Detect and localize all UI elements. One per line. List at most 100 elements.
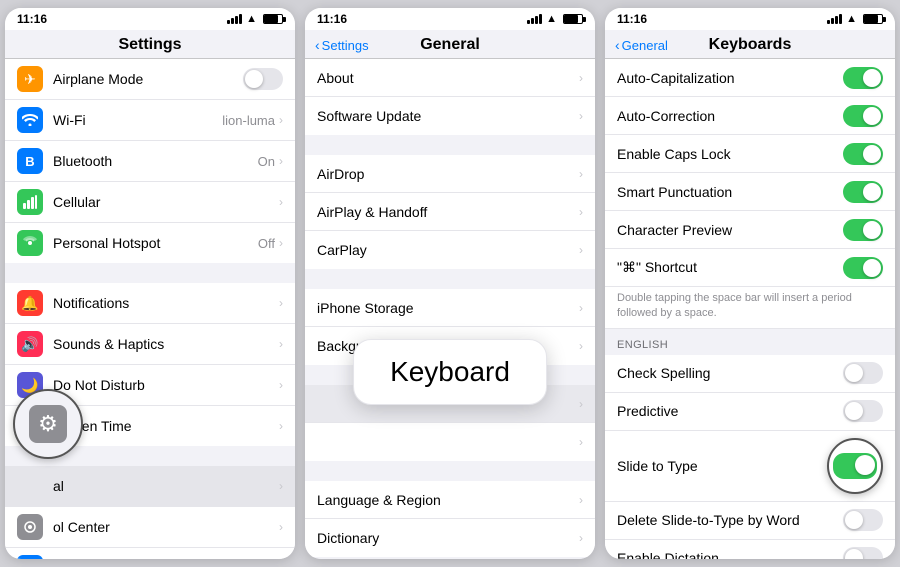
list-item-bluetooth[interactable]: B Bluetooth On ›	[5, 141, 295, 182]
capslock-toggle[interactable]	[843, 143, 883, 165]
list-item-smartpunct[interactable]: Smart Punctuation	[605, 173, 895, 211]
list-item-lang2[interactable]: ›	[305, 423, 595, 461]
panel1-settings: 11:16 ▲ Settings ✈ Airplane Mode	[5, 8, 295, 559]
autocorrect-label: Auto-Correction	[617, 108, 843, 124]
panel1-title: Settings	[118, 36, 181, 53]
cellular-icon	[17, 189, 43, 215]
section-connectivity: ✈ Airplane Mode Wi-Fi lion-luma › B Blue…	[5, 59, 295, 263]
charpreview-toggle[interactable]	[843, 219, 883, 241]
list-item-softwareupdate[interactable]: Software Update ›	[305, 97, 595, 135]
list-item-capslock[interactable]: Enable Caps Lock	[605, 135, 895, 173]
softwareupdate-label: Software Update	[317, 108, 579, 124]
list-item-controlcenter[interactable]: ol Center ›	[5, 507, 295, 548]
list-item-dictionary[interactable]: Dictionary ›	[305, 519, 595, 557]
iphstorage-label: iPhone Storage	[317, 300, 579, 316]
hotspot-label: Personal Hotspot	[53, 235, 258, 251]
panel1-nav: Settings	[5, 30, 295, 59]
list-item-airplane[interactable]: ✈ Airplane Mode	[5, 59, 295, 100]
sounds-icon: 🔊	[17, 331, 43, 357]
sounds-label: Sounds & Haptics	[53, 336, 279, 352]
signal-icon-2	[527, 14, 542, 24]
status-bar-3: 11:16 ▲	[605, 8, 895, 30]
list-item-wifi[interactable]: Wi-Fi lion-luma ›	[5, 100, 295, 141]
panel3-keyboards: 11:16 ▲ ‹ General Keyboards Auto-Capital…	[605, 8, 895, 559]
slidetotype-toggle-highlight	[827, 438, 883, 494]
list-item-carplay[interactable]: CarPlay ›	[305, 231, 595, 269]
checkspelling-toggle[interactable]	[843, 362, 883, 384]
smartpunct-label: Smart Punctuation	[617, 184, 843, 200]
airdrop-label: AirDrop	[317, 166, 579, 182]
list-item-sounds[interactable]: 🔊 Sounds & Haptics ›	[5, 324, 295, 365]
airplay-label: AirPlay & Handoff	[317, 204, 579, 220]
battery-icon-2	[563, 14, 583, 24]
deleteslide-toggle[interactable]	[843, 509, 883, 531]
wifi-label: Wi-Fi	[53, 112, 222, 128]
panel2-title: General	[420, 36, 480, 54]
list-item-notifications[interactable]: 🔔 Notifications ›	[5, 283, 295, 324]
list-item-predictive[interactable]: Predictive	[605, 393, 895, 431]
enabledictation-label: Enable Dictation	[617, 550, 843, 559]
list-item-airdrop[interactable]: AirDrop ›	[305, 155, 595, 193]
shortcut-toggle[interactable]	[843, 257, 883, 279]
list-item-hotspot[interactable]: Personal Hotspot Off ›	[5, 223, 295, 263]
wifi-icon-2: ▲	[546, 13, 557, 25]
charpreview-label: Character Preview	[617, 222, 843, 238]
enabledictation-toggle[interactable]	[843, 547, 883, 559]
list-item-iphstorage[interactable]: iPhone Storage ›	[305, 289, 595, 327]
list-item-charpreview[interactable]: Character Preview	[605, 211, 895, 249]
list-item-general[interactable]: ⚙ al ›	[5, 466, 295, 507]
slidetotype-label: Slide to Type	[617, 458, 827, 474]
about-chevron: ›	[579, 71, 583, 85]
back-chevron-2: ‹	[315, 37, 320, 53]
bluetooth-icon: B	[17, 148, 43, 174]
carplay-label: CarPlay	[317, 242, 579, 258]
panel2-nav: ‹ Settings General	[305, 30, 595, 59]
wifi-value: lion-luma	[222, 113, 275, 128]
autocap-toggle[interactable]	[843, 67, 883, 89]
general-label: al	[53, 478, 279, 494]
hotspot-icon	[17, 230, 43, 256]
notifications-icon: 🔔	[17, 290, 43, 316]
panel1-content: ✈ Airplane Mode Wi-Fi lion-luma › B Blue…	[5, 59, 295, 559]
lr-chevron: ›	[579, 493, 583, 507]
list-item-shortcut[interactable]: "⌘" Shortcut	[605, 249, 895, 287]
status-time-2: 11:16	[317, 12, 347, 26]
notif-chevron: ›	[279, 296, 283, 310]
list-item-airplay[interactable]: AirPlay & Handoff ›	[305, 193, 595, 231]
autocorrect-toggle[interactable]	[843, 105, 883, 127]
cellular-chevron: ›	[279, 195, 283, 209]
controlcenter-label: ol Center	[53, 519, 279, 535]
list-item-cellular[interactable]: Cellular ›	[5, 182, 295, 223]
back-button-2[interactable]: ‹ Settings	[315, 37, 369, 53]
settings-list-1: ✈ Airplane Mode Wi-Fi lion-luma › B Blue…	[5, 59, 295, 559]
dict-chevron: ›	[579, 531, 583, 545]
panel3-nav: ‹ General Keyboards	[605, 30, 895, 59]
about-label: About	[317, 70, 579, 86]
deleteslide-label: Delete Slide-to-Type by Word	[617, 512, 843, 528]
list-item-autocap[interactable]: Auto-Capitalization	[605, 59, 895, 97]
list-item-checkspelling[interactable]: Check Spelling	[605, 355, 895, 393]
list-item-deleteslide[interactable]: Delete Slide-to-Type by Word	[605, 502, 895, 540]
smartpunct-toggle[interactable]	[843, 181, 883, 203]
hotspot-chevron: ›	[279, 236, 283, 250]
list-item-slidetotype[interactable]: Slide to Type	[605, 431, 895, 502]
airplane-toggle[interactable]	[243, 68, 283, 90]
english-section: Check Spelling Predictive Slide to Type …	[605, 355, 895, 559]
bgr-chevron: ›	[579, 339, 583, 353]
predictive-toggle[interactable]	[843, 400, 883, 422]
controlcenter-icon	[17, 514, 43, 540]
list-item-about[interactable]: About ›	[305, 59, 595, 97]
list-item-display[interactable]: ☀ Display & Brightness ›	[5, 548, 295, 559]
iphs-chevron: ›	[579, 301, 583, 315]
cc-chevron: ›	[279, 520, 283, 534]
list-item-langregion[interactable]: Language & Region ›	[305, 481, 595, 519]
list-item-autocorrect[interactable]: Auto-Correction	[605, 97, 895, 135]
list-item-enabledictation[interactable]: Enable Dictation	[605, 540, 895, 559]
predictive-label: Predictive	[617, 403, 843, 419]
battery-icon	[263, 14, 283, 24]
back-label-3: General	[622, 38, 668, 53]
screentime-label: Screen Time	[53, 418, 279, 434]
status-bar-1: 11:16 ▲	[5, 8, 295, 30]
slidetotype-toggle[interactable]	[833, 453, 877, 479]
back-button-3[interactable]: ‹ General	[615, 37, 668, 53]
